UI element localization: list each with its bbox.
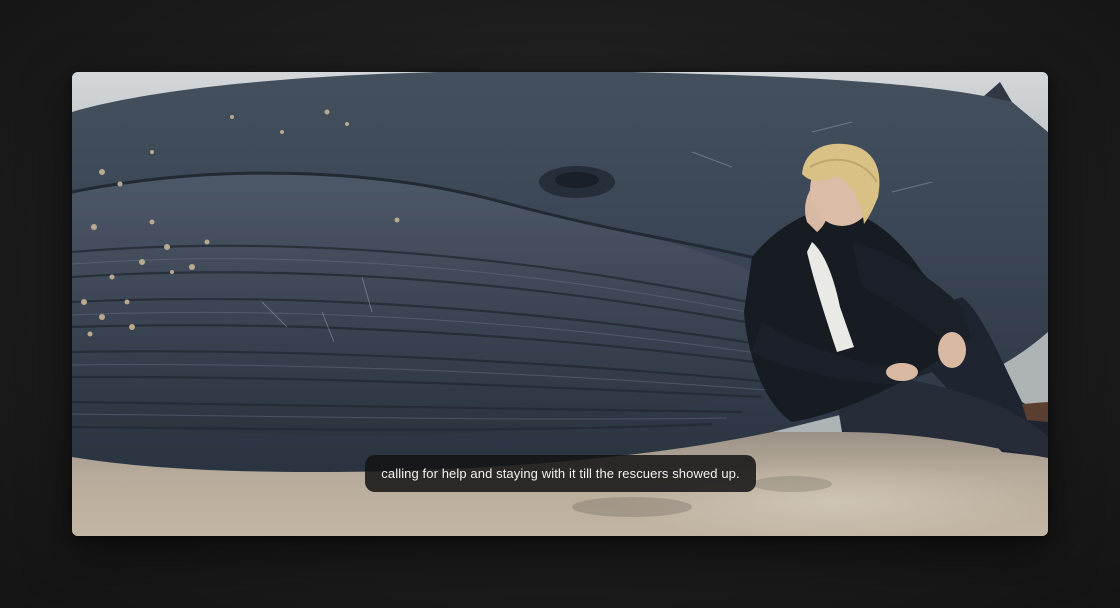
video-player[interactable]: calling for help and staying with it til… xyxy=(72,72,1048,536)
subtitle-caption: calling for help and staying with it til… xyxy=(365,455,756,492)
page-background: calling for help and staying with it til… xyxy=(0,0,1120,608)
